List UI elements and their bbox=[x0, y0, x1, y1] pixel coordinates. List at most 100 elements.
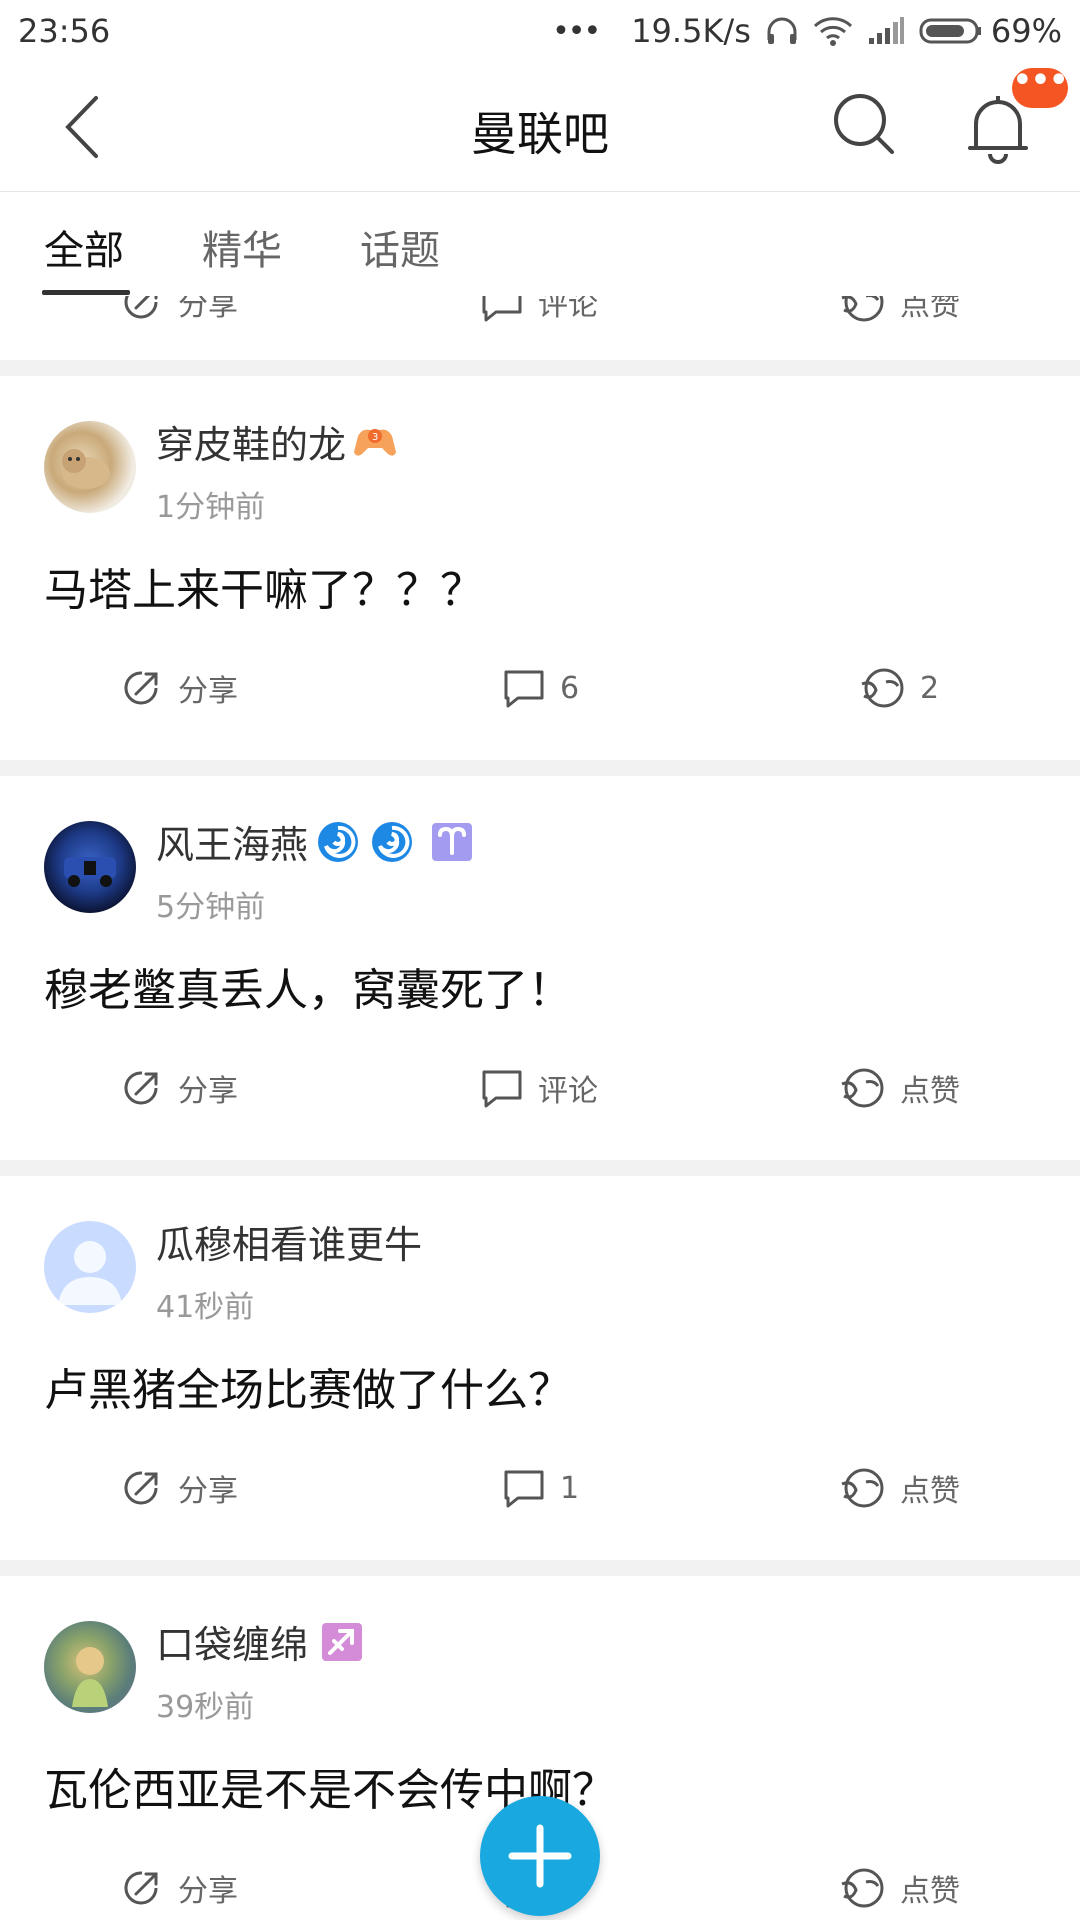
headphones-icon bbox=[765, 14, 799, 48]
share-icon bbox=[124, 1071, 158, 1105]
comment-count: 1 bbox=[560, 1470, 580, 1506]
sagittarius-zodiac-icon bbox=[322, 1622, 363, 1661]
avatar[interactable] bbox=[44, 821, 136, 913]
like-label: 点赞 bbox=[900, 1874, 960, 1909]
status-time: 23:56 bbox=[18, 12, 111, 50]
comment-icon bbox=[482, 1070, 522, 1108]
share-button[interactable]: 分享 bbox=[120, 1846, 238, 1920]
like-hand-icon bbox=[841, 1868, 884, 1908]
username[interactable]: 穿皮鞋的龙 bbox=[156, 414, 346, 469]
tab-all[interactable]: 全部 bbox=[44, 218, 124, 276]
user-row: 风王海燕 bbox=[156, 814, 474, 869]
like-label: 点赞 bbox=[900, 1474, 960, 1509]
tab-topics[interactable]: 话题 bbox=[360, 218, 440, 276]
new-post-button[interactable] bbox=[480, 1796, 600, 1916]
comment-count: 6 bbox=[560, 670, 580, 706]
notification-badge: ••• bbox=[1012, 66, 1068, 108]
post-time: 41秒前 bbox=[156, 1290, 255, 1325]
avatar[interactable] bbox=[44, 1621, 136, 1713]
share-button[interactable]: 分享 bbox=[120, 1446, 238, 1530]
top-nav-bar: 曼联吧 bbox=[0, 62, 1080, 192]
share-icon bbox=[124, 671, 158, 705]
avatar[interactable] bbox=[44, 1221, 136, 1313]
username[interactable]: 瓜穆相看谁更牛 bbox=[156, 1214, 422, 1269]
post-content[interactable]: 穆老鳖真丢人，窝囊死了！ bbox=[44, 954, 572, 1018]
whirlwind-badge-icon bbox=[372, 821, 413, 862]
share-icon bbox=[124, 1471, 158, 1505]
post-feed[interactable]: 分享 评论 点赞 穿皮鞋的龙 3 1分钟前 马塔上来干嘛了？？？ 分享 6 2 … bbox=[0, 296, 1080, 1920]
share-label: 分享 bbox=[178, 674, 238, 709]
comment-button[interactable]: 1 bbox=[502, 1446, 579, 1530]
tab-bar: 全部 精华 话题 bbox=[0, 192, 1080, 296]
comment-button[interactable]: 6 bbox=[502, 646, 579, 730]
separator bbox=[0, 1160, 1080, 1176]
share-icon bbox=[124, 1871, 158, 1905]
post-content[interactable]: 卢黑猪全场比赛做了什么？ bbox=[44, 1354, 572, 1418]
post-actions: 分享 评论 点赞 bbox=[0, 296, 1080, 356]
username[interactable]: 风王海燕 bbox=[156, 814, 308, 869]
user-row: 口袋缠绵 bbox=[156, 1614, 364, 1669]
active-tab-indicator bbox=[42, 290, 130, 295]
avatar[interactable] bbox=[44, 421, 136, 513]
signal-icon bbox=[867, 16, 905, 46]
post-actions: 分享 1 点赞 bbox=[0, 1446, 1080, 1530]
comment-icon bbox=[482, 296, 522, 322]
like-hand-icon bbox=[841, 1068, 884, 1108]
share-label: 分享 bbox=[178, 296, 238, 323]
post-item[interactable]: 瓜穆相看谁更牛 41秒前 卢黑猪全场比赛做了什么？ 分享 1 点赞 bbox=[0, 1176, 1080, 1560]
post-time: 39秒前 bbox=[156, 1690, 255, 1725]
comment-icon bbox=[504, 670, 544, 708]
share-button[interactable]: 分享 bbox=[120, 296, 238, 344]
like-hand-icon bbox=[841, 1468, 884, 1508]
user-row: 瓜穆相看谁更牛 bbox=[156, 1214, 422, 1269]
share-button[interactable]: 分享 bbox=[120, 646, 238, 730]
like-button[interactable]: 点赞 bbox=[838, 1446, 960, 1530]
comment-icon bbox=[504, 1470, 544, 1508]
user-row: 穿皮鞋的龙 3 bbox=[156, 414, 398, 469]
status-bar: 23:56 ••• 19.5K/s 69% bbox=[0, 0, 1080, 62]
like-count: 2 bbox=[920, 670, 940, 706]
like-button[interactable]: 点赞 bbox=[838, 1046, 960, 1130]
like-button[interactable]: 点赞 bbox=[838, 296, 960, 344]
comment-button[interactable]: 评论 bbox=[480, 296, 598, 344]
username[interactable]: 口袋缠绵 bbox=[156, 1614, 308, 1669]
post-time: 1分钟前 bbox=[156, 490, 266, 525]
share-label: 分享 bbox=[178, 1474, 238, 1509]
network-speed: 19.5K/s bbox=[631, 12, 751, 50]
battery-indicator: 69% bbox=[919, 12, 1062, 50]
separator bbox=[0, 1560, 1080, 1576]
comment-button[interactable]: 评论 bbox=[480, 1046, 598, 1130]
post-item[interactable]: 穿皮鞋的龙 3 1分钟前 马塔上来干嘛了？？？ 分享 6 2 bbox=[0, 376, 1080, 760]
like-hand-icon bbox=[841, 296, 884, 322]
plus-icon bbox=[508, 1824, 572, 1888]
like-label: 点赞 bbox=[900, 296, 960, 323]
search-button[interactable] bbox=[832, 92, 898, 158]
girl-avatar-icon bbox=[72, 1647, 108, 1707]
post-item[interactable]: 风王海燕 5分钟前 穆老鳖真丢人，窝囊死了！ 分享 评论 点赞 bbox=[0, 776, 1080, 1160]
share-label: 分享 bbox=[178, 1074, 238, 1109]
battery-percent: 69% bbox=[990, 12, 1062, 50]
separator bbox=[0, 760, 1080, 776]
like-hand-icon bbox=[861, 668, 904, 708]
gamepad-level-icon: 3 bbox=[354, 428, 397, 456]
like-label: 点赞 bbox=[900, 1074, 960, 1109]
aries-zodiac-icon bbox=[432, 822, 473, 861]
share-button[interactable]: 分享 bbox=[120, 1046, 238, 1130]
more-notifications-icon: ••• bbox=[552, 13, 601, 49]
whirlwind-badge-icon bbox=[318, 821, 359, 862]
share-label: 分享 bbox=[178, 1874, 238, 1909]
post-time: 5分钟前 bbox=[156, 890, 266, 925]
battery-icon bbox=[919, 18, 981, 44]
post-actions: 分享 6 2 bbox=[0, 646, 1080, 730]
post-content[interactable]: 马塔上来干嘛了？？？ bbox=[44, 554, 484, 618]
status-icons: ••• 19.5K/s 69% bbox=[552, 12, 1062, 50]
svg-text:3: 3 bbox=[372, 432, 378, 443]
share-icon bbox=[124, 296, 158, 319]
like-button[interactable]: 2 bbox=[858, 646, 939, 730]
page-title: 曼联吧 bbox=[471, 107, 609, 161]
comment-label: 评论 bbox=[538, 296, 598, 323]
comment-label: 评论 bbox=[538, 1074, 598, 1109]
separator bbox=[0, 360, 1080, 376]
tab-featured[interactable]: 精华 bbox=[202, 218, 282, 276]
like-button[interactable]: 点赞 bbox=[838, 1846, 960, 1920]
